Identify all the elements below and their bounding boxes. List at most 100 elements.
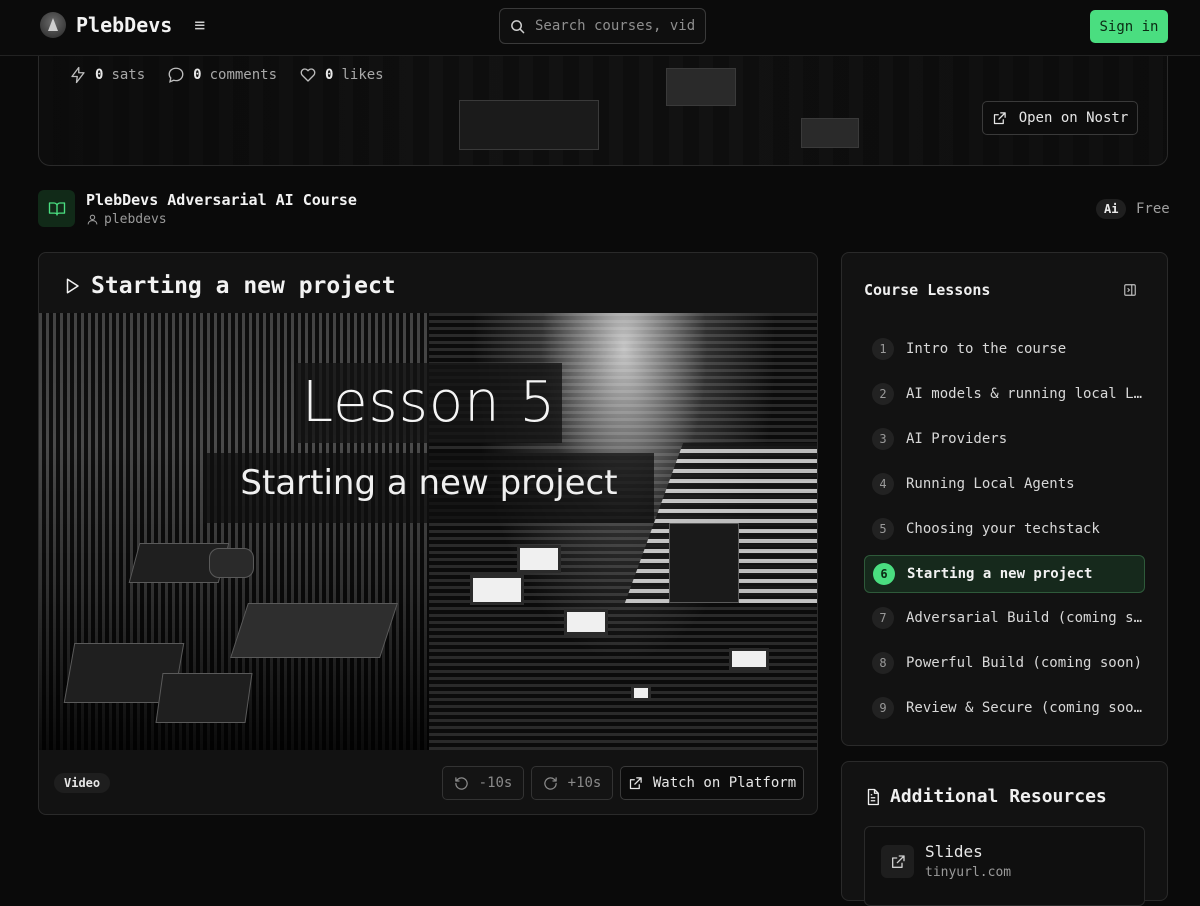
comment-icon — [168, 67, 184, 83]
play-icon — [66, 278, 79, 294]
lesson-item-3[interactable]: 3 AI Providers — [864, 420, 1145, 458]
search-input[interactable] — [535, 18, 695, 34]
lesson-item-5[interactable]: 5 Choosing your techstack — [864, 510, 1145, 548]
content-type-tag: Video — [54, 773, 111, 793]
thumbnail-heading: Lesson 5 — [301, 370, 557, 435]
like-count: 0 — [325, 67, 334, 83]
resource-name: Slides — [925, 842, 983, 861]
external-link-icon — [993, 111, 1006, 124]
resource-item[interactable]: Slides tinyurl.com — [864, 826, 1145, 906]
plebdevs-logo-icon — [40, 12, 66, 38]
brand[interactable]: PlebDevs ≡ — [40, 12, 205, 38]
comment-unit: comments — [209, 67, 278, 83]
topic-tag[interactable]: Ai — [1096, 199, 1127, 219]
lesson-number: 9 — [872, 697, 894, 719]
lesson-number: 3 — [872, 428, 894, 450]
top-navigation-bar: PlebDevs ≡ Sign in — [0, 0, 1200, 56]
lesson-item-4[interactable]: 4 Running Local Agents — [864, 465, 1145, 503]
lesson-number: 1 — [872, 338, 894, 360]
rewind-10s-button[interactable]: -10s — [442, 766, 524, 800]
hero-decor — [666, 68, 736, 106]
lesson-title: AI Providers — [906, 431, 1008, 447]
resource-url: tinyurl.com — [925, 865, 1012, 880]
lesson-title: Review & Secure (coming soon) — [906, 700, 1145, 716]
lesson-item-1[interactable]: 1 Intro to the course — [864, 330, 1145, 368]
external-link-icon — [881, 845, 914, 878]
comment-stat[interactable]: 0 comments — [167, 66, 277, 84]
user-icon — [87, 214, 98, 225]
thumbnail-subtitle: Starting a new project — [240, 463, 618, 503]
additional-resources-panel: Additional Resources Slides tinyurl.com — [841, 761, 1168, 906]
hero-decor — [459, 100, 599, 150]
open-on-nostr-button[interactable]: Open on Nostr — [982, 101, 1138, 135]
video-lesson-card: Starting a new project Lesson 5 Starting… — [38, 252, 818, 815]
hero-decor — [801, 118, 859, 148]
lesson-title: Running Local Agents — [906, 476, 1075, 492]
price-label: Free — [1136, 201, 1170, 217]
sign-in-button[interactable]: Sign in — [1090, 10, 1168, 43]
heart-icon — [300, 68, 316, 82]
rewind-label: -10s — [478, 775, 513, 791]
thumbnail-screen — [564, 609, 608, 635]
video-thumbnail[interactable]: Lesson 5 Starting a new project — [39, 313, 817, 750]
lesson-title: AI models & running local LLMs — [906, 386, 1145, 402]
lesson-number: 2 — [872, 383, 894, 405]
forward-10s-button[interactable]: +10s — [531, 766, 613, 800]
like-stat[interactable]: 0 likes — [299, 66, 384, 84]
video-controls: Video -10s +10s Watch on Platform — [39, 750, 817, 814]
rotate-ccw-icon — [454, 776, 468, 790]
watch-on-platform-label: Watch on Platform — [652, 775, 797, 791]
zap-icon — [71, 66, 85, 84]
zap-count: 0 — [95, 67, 104, 83]
lesson-title: Starting a new project — [907, 566, 1093, 582]
thumbnail-device — [669, 523, 739, 603]
lesson-title: Powerful Build (coming soon) — [906, 655, 1143, 671]
lesson-title: Adversarial Build (coming soon) — [906, 610, 1145, 626]
sidebar-collapse-icon[interactable] — [1123, 283, 1137, 297]
engagement-stats: 0 sats 0 comments 0 likes — [69, 66, 384, 84]
lesson-number: 8 — [872, 652, 894, 674]
watch-on-platform-button[interactable]: Watch on Platform — [620, 766, 804, 800]
lesson-item-2[interactable]: 2 AI models & running local LLMs — [864, 375, 1145, 413]
book-open-icon — [48, 201, 65, 216]
course-title[interactable]: PlebDevs Adversarial AI Course — [86, 191, 357, 209]
thumbnail-screen — [631, 685, 651, 701]
lesson-title: Intro to the course — [906, 341, 1067, 357]
additional-resources-label: Additional Resources — [890, 786, 1107, 807]
hamburger-menu-icon[interactable]: ≡ — [194, 15, 205, 36]
thumbnail-screen — [470, 575, 524, 605]
zap-unit: sats — [111, 67, 146, 83]
lesson-title: Choosing your techstack — [906, 521, 1100, 537]
lesson-item-8[interactable]: 8 Powerful Build (coming soon) — [864, 644, 1145, 682]
forward-label: +10s — [567, 775, 602, 791]
lesson-number: 5 — [872, 518, 894, 540]
lesson-number: 6 — [873, 563, 895, 585]
lesson-item-9[interactable]: 9 Review & Secure (coming soon) — [864, 689, 1145, 727]
search-box[interactable] — [499, 8, 706, 44]
course-author[interactable]: plebdevs — [86, 212, 167, 227]
course-info: PlebDevs Adversarial AI Course plebdevs … — [38, 190, 1170, 230]
external-link-icon — [629, 776, 642, 789]
brand-name: PlebDevs — [76, 13, 173, 37]
course-lessons-title: Course Lessons — [864, 281, 991, 299]
thumbnail-screen — [517, 545, 561, 573]
thumbnail-device — [230, 603, 398, 658]
lesson-number: 4 — [872, 473, 894, 495]
open-on-nostr-label: Open on Nostr — [1018, 110, 1129, 126]
comment-count: 0 — [193, 67, 202, 83]
lesson-item-7[interactable]: 7 Adversarial Build (coming soon) — [864, 599, 1145, 637]
file-text-icon — [867, 788, 879, 805]
lesson-number: 7 — [872, 607, 894, 629]
thumbnail-device — [155, 673, 253, 723]
course-badge[interactable] — [38, 190, 75, 227]
search-icon — [511, 19, 525, 33]
thumbnail-device — [209, 548, 254, 578]
rotate-cw-icon — [543, 776, 557, 790]
hero-banner: 0 sats 0 comments 0 likes Open on Nostr — [38, 40, 1168, 166]
like-unit: likes — [341, 67, 384, 83]
video-title-text: Starting a new project — [91, 273, 396, 299]
lesson-item-6[interactable]: 6 Starting a new project — [864, 555, 1145, 593]
video-title: Starting a new project — [63, 273, 396, 299]
zap-stat[interactable]: 0 sats — [69, 66, 145, 84]
course-lessons-panel: Course Lessons 1 Intro to the course 2 AI m… — [841, 252, 1168, 746]
